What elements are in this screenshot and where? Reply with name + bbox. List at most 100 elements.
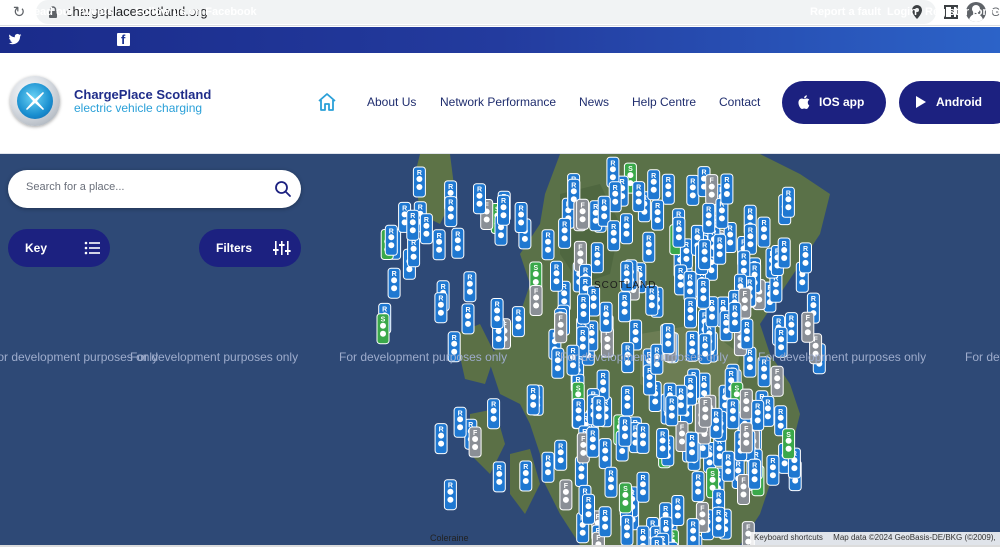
charger-marker[interactable]	[661, 173, 675, 205]
key-button[interactable]: Key	[8, 229, 110, 267]
charger-marker[interactable]	[683, 270, 697, 302]
charger-marker[interactable]	[490, 298, 504, 329]
charger-marker[interactable]	[434, 423, 448, 455]
facebook-icon[interactable]: f	[117, 33, 130, 47]
charger-marker[interactable]	[590, 242, 604, 274]
charger-marker[interactable]	[739, 422, 753, 454]
nav-about-us[interactable]: About Us	[367, 95, 416, 109]
charger-marker[interactable]	[665, 395, 679, 427]
nav-news[interactable]: News	[579, 95, 609, 109]
charger-marker[interactable]	[684, 297, 697, 329]
charger-marker[interactable]	[529, 285, 543, 316]
facebook-link[interactable]: Follow us on Facebook	[135, 6, 257, 18]
charger-marker[interactable]	[656, 428, 670, 459]
charger-marker[interactable]	[650, 536, 664, 545]
charger-marker[interactable]	[461, 303, 475, 335]
charger-marker[interactable]	[620, 213, 633, 245]
charger-marker[interactable]	[492, 461, 506, 493]
charger-marker[interactable]	[751, 399, 765, 431]
charger-marker[interactable]	[526, 384, 540, 416]
charger-marker[interactable]	[541, 451, 555, 483]
charger-marker[interactable]	[686, 518, 700, 545]
charger-marker[interactable]	[781, 186, 795, 218]
charger-marker[interactable]	[468, 426, 482, 458]
charger-marker[interactable]	[691, 471, 705, 503]
charger-marker[interactable]	[672, 216, 686, 248]
charger-marker[interactable]	[582, 493, 595, 525]
charger-marker[interactable]	[647, 169, 661, 201]
search-box[interactable]	[8, 170, 301, 208]
charger-marker[interactable]	[577, 293, 590, 325]
charger-marker[interactable]	[497, 194, 510, 226]
filters-button[interactable]: Filters	[199, 229, 301, 267]
charger-marker[interactable]	[642, 231, 656, 263]
twitter-icon[interactable]	[8, 32, 22, 46]
charger-marker[interactable]	[550, 260, 563, 292]
nav-help-centre[interactable]: Help Centre	[632, 95, 696, 109]
register-link[interactable]: Register for free	[925, 6, 1000, 18]
charger-marker[interactable]	[572, 397, 586, 429]
charger-marker[interactable]	[599, 301, 613, 333]
charger-marker[interactable]	[620, 385, 634, 417]
charger-marker[interactable]	[618, 291, 632, 323]
charger-marker[interactable]	[444, 196, 458, 228]
map[interactable]: R F S For development purposes only For …	[0, 154, 1000, 545]
charger-marker[interactable]	[713, 233, 727, 265]
charger-marker[interactable]	[651, 199, 665, 231]
twitter-link[interactable]: Read our Tweets	[26, 6, 113, 18]
charger-marker[interactable]	[453, 406, 467, 438]
charger-marker[interactable]	[406, 209, 420, 241]
charger-marker[interactable]	[443, 479, 457, 511]
charger-marker[interactable]	[696, 277, 710, 309]
search-input[interactable]	[26, 181, 266, 193]
login-link[interactable]: Login	[887, 6, 917, 18]
charger-marker[interactable]	[632, 181, 646, 213]
charger-marker[interactable]	[709, 407, 723, 439]
nav-network-performance[interactable]: Network Performance	[440, 95, 556, 109]
charger-marker[interactable]	[671, 495, 685, 526]
charger-marker[interactable]	[766, 454, 780, 486]
charger-marker[interactable]	[620, 514, 634, 545]
charger-marker[interactable]	[770, 365, 784, 397]
charger-marker[interactable]	[757, 216, 771, 248]
charger-marker[interactable]	[720, 173, 734, 205]
charger-marker[interactable]	[737, 474, 750, 505]
charger-marker[interactable]	[748, 458, 762, 490]
report-fault-link[interactable]: Report a fault	[810, 6, 881, 18]
charger-marker[interactable]	[586, 426, 600, 458]
charger-marker[interactable]	[407, 236, 421, 268]
charger-marker[interactable]	[636, 525, 650, 545]
charger-marker[interactable]	[384, 224, 398, 256]
charger-marker[interactable]	[743, 223, 757, 255]
charger-marker[interactable]	[598, 506, 612, 538]
charger-marker[interactable]	[702, 202, 716, 234]
charger-marker[interactable]	[473, 183, 486, 215]
charger-marker[interactable]	[541, 229, 555, 261]
charger-marker[interactable]	[559, 479, 573, 511]
charger-marker[interactable]	[576, 198, 590, 230]
charger-marker[interactable]	[740, 318, 754, 350]
charger-marker[interactable]	[434, 292, 448, 324]
charger-marker[interactable]	[728, 302, 742, 333]
charger-marker[interactable]	[592, 395, 606, 427]
charger-marker[interactable]	[686, 174, 700, 206]
charger-marker[interactable]	[618, 482, 632, 514]
keyboard-shortcuts-link[interactable]: Keyboard shortcuts	[750, 532, 827, 543]
home-icon[interactable]	[317, 92, 337, 112]
charger-marker[interactable]	[554, 439, 568, 471]
charger-marker[interactable]	[712, 506, 726, 538]
ios-app-button[interactable]: IOS app	[782, 81, 886, 124]
nav-contact[interactable]: Contact	[719, 95, 760, 109]
android-app-button[interactable]: Android	[899, 81, 1000, 124]
charger-marker[interactable]	[698, 396, 712, 428]
charger-marker[interactable]	[608, 181, 622, 213]
charger-marker[interactable]	[799, 242, 812, 274]
charger-marker[interactable]	[698, 239, 712, 271]
search-icon[interactable]	[274, 180, 292, 198]
charger-marker[interactable]	[604, 466, 618, 498]
charger-marker[interactable]	[598, 438, 612, 470]
charger-marker[interactable]	[387, 267, 401, 299]
brand-name[interactable]: ChargePlace Scotland	[74, 87, 211, 102]
charger-marker[interactable]	[618, 415, 632, 447]
charger-marker[interactable]	[726, 398, 740, 430]
